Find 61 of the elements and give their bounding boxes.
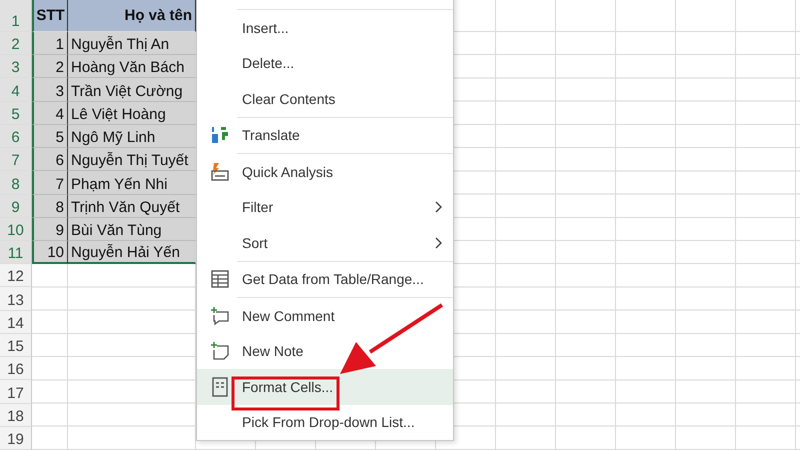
table-cell: 4 [32,102,68,125]
table-cell: Trần Việt Cường [68,78,196,102]
table-cell: Ngô Mỹ Linh [68,124,196,148]
menu-item[interactable]: Insert... [197,10,453,46]
row-number[interactable]: 19 [0,426,32,450]
row-number[interactable]: 3 [0,55,32,78]
table-cell: 7 [32,171,68,195]
menu-item[interactable]: Filter [197,190,453,225]
row-number[interactable]: 8 [0,171,32,195]
table-icon [210,269,230,290]
menu-item[interactable]: Pick From Drop-down List... [197,404,453,440]
row-number[interactable]: 5 [0,102,32,125]
table-cell: Bùi Văn Tùng [68,218,196,241]
table-cell: 5 [32,124,68,148]
row-number[interactable]: 13 [0,287,32,311]
row-number[interactable]: 11 [0,240,32,264]
row-number[interactable]: 6 [0,124,32,148]
row-number[interactable]: 18 [0,404,32,427]
menu-item[interactable]: Get Data from Table/Range... [197,262,453,297]
row-number[interactable]: 16 [0,357,32,380]
row-number[interactable]: 1 [0,0,32,32]
row-number[interactable]: 17 [0,380,32,404]
table-cell: 9 [32,218,68,241]
table-cell: Nguyễn Thị Tuyết [68,148,196,172]
row-number[interactable]: 2 [0,32,32,56]
menu-item[interactable]: Format Cells... [197,369,453,404]
table-cell: Nguyễn Hải Yến [68,240,196,264]
table-cell: 1 [32,32,68,56]
row-number[interactable]: 15 [0,334,32,358]
table-cell: 3 [32,78,68,102]
quick-analysis-icon [210,162,230,182]
row-number[interactable]: 14 [0,310,32,334]
table-cell: 10 [32,240,68,264]
comment-icon [210,306,230,326]
menu-item[interactable]: Translate [197,118,453,153]
menu-item[interactable]: Quick Analysis [197,154,453,190]
row-number[interactable]: 10 [0,218,32,241]
table-cell: 2 [32,55,68,78]
table-cell: Trịnh Văn Quyết [68,194,196,218]
menu-item[interactable]: Delete... [197,46,453,81]
column-header-cell: Họ và tên [68,0,196,32]
chevron-right-icon [435,201,443,214]
table-cell: 8 [32,194,68,218]
row-number[interactable]: 4 [0,78,32,102]
row-number[interactable]: 12 [0,264,32,288]
menu-item[interactable]: New Comment [197,298,453,334]
table-cell: 6 [32,148,68,172]
format-cells-icon [212,376,228,397]
table-cell: Hoàng Văn Bách [68,55,196,78]
menu-item[interactable]: New Note [197,334,453,369]
menu-item[interactable]: Clear Contents [197,81,453,116]
row-number[interactable]: 7 [0,148,32,172]
translate-icon [210,125,230,146]
chevron-right-icon [435,236,443,249]
table-cell: Lê Việt Hoàng [68,102,196,125]
menu-item[interactable]: Sort [197,225,453,260]
column-header-cell: STT [32,0,68,32]
row-number[interactable]: 9 [0,194,32,218]
note-icon [210,341,230,362]
table-cell: Phạm Yến Nhi [68,171,196,195]
table-cell: Nguyễn Thị An [68,32,196,56]
